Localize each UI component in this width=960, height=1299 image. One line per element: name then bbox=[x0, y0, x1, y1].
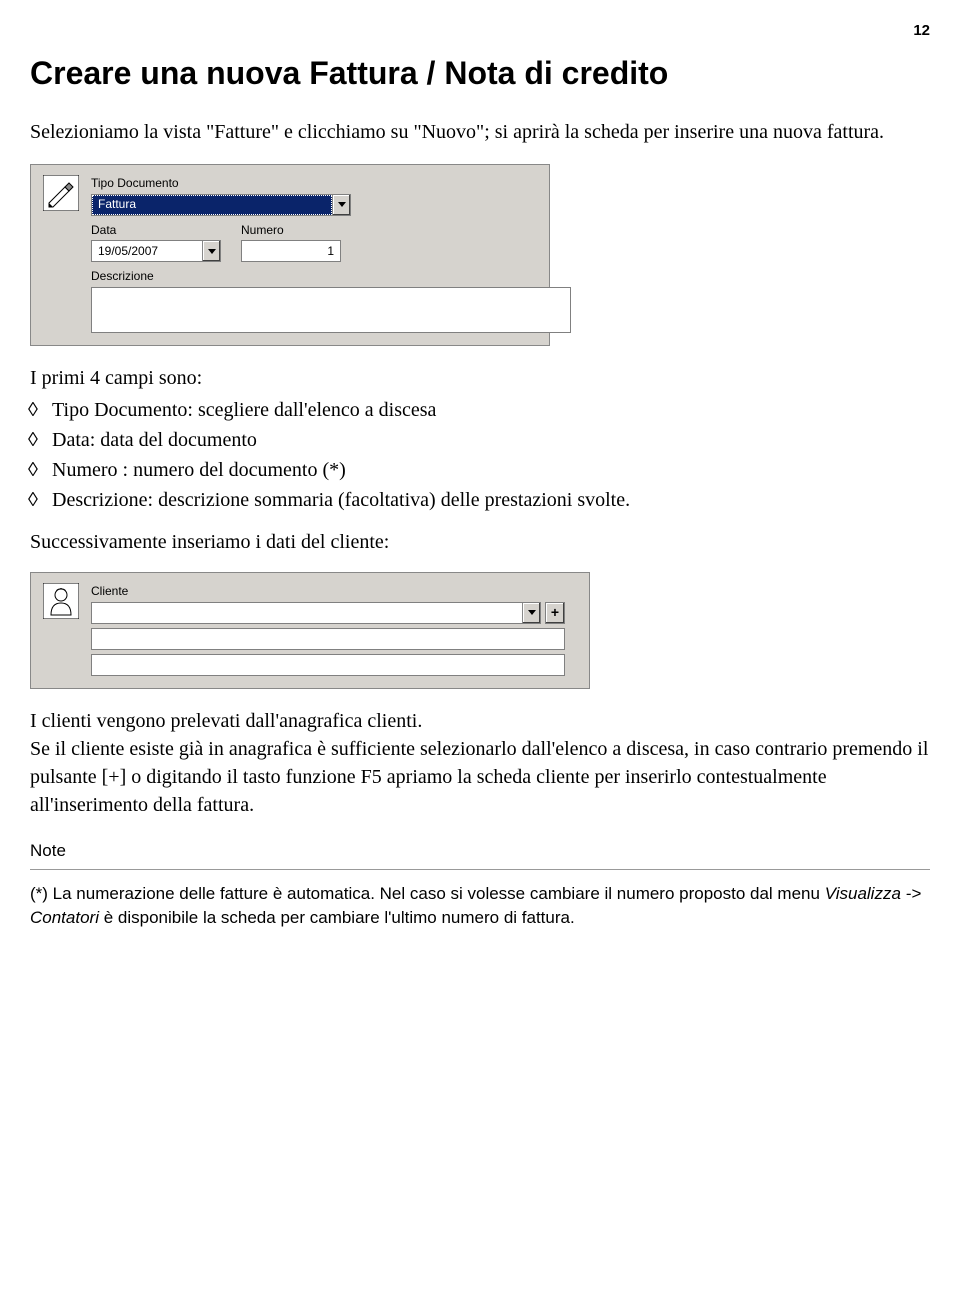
tipo-documento-select[interactable]: Fattura bbox=[91, 194, 351, 216]
page-heading: Creare una nuova Fattura / Nota di credi… bbox=[30, 51, 930, 96]
paragraph-cliente-instructions: Se il cliente esiste già in anagrafica è… bbox=[30, 735, 930, 819]
bullet-item: Descrizione: descrizione sommaria (facol… bbox=[52, 486, 930, 514]
bullet-item: Data: data del documento bbox=[52, 426, 930, 454]
note-text: (*) La numerazione delle fatture è autom… bbox=[30, 882, 930, 931]
note-text-part2: è disponibile la scheda per cambiare l'u… bbox=[99, 908, 575, 927]
cliente-label: Cliente bbox=[91, 583, 577, 600]
note-heading: Note bbox=[30, 839, 930, 863]
numero-input[interactable]: 1 bbox=[241, 240, 341, 262]
pencil-icon bbox=[43, 175, 79, 211]
client-icon bbox=[43, 583, 79, 619]
tipo-documento-label: Tipo Documento bbox=[91, 175, 571, 192]
dropdown-icon[interactable] bbox=[332, 195, 350, 215]
cliente-panel: Cliente + bbox=[30, 572, 590, 689]
bullet-item: Numero : numero del documento (*) bbox=[52, 456, 930, 484]
note-text-part1: (*) La numerazione delle fatture è autom… bbox=[30, 884, 825, 903]
divider bbox=[30, 869, 930, 870]
tipo-documento-value: Fattura bbox=[92, 195, 332, 215]
fields-intro: I primi 4 campi sono: bbox=[30, 364, 930, 392]
intro-paragraph: Selezioniamo la vista "Fatture" e clicch… bbox=[30, 118, 930, 146]
page-number: 12 bbox=[30, 20, 930, 41]
dropdown-icon[interactable] bbox=[522, 603, 540, 623]
cliente-value bbox=[92, 603, 522, 623]
document-header-panel: Tipo Documento Fattura Data 19/05/2007 N… bbox=[30, 164, 550, 346]
add-cliente-button[interactable]: + bbox=[545, 602, 565, 624]
bullet-item: Tipo Documento: scegliere dall'elenco a … bbox=[52, 396, 930, 424]
descrizione-label: Descrizione bbox=[91, 268, 571, 285]
cliente-address-line1[interactable] bbox=[91, 628, 565, 650]
paragraph-clienti-intro: Successivamente inseriamo i dati del cli… bbox=[30, 528, 930, 556]
data-label: Data bbox=[91, 222, 221, 239]
cliente-address-line2[interactable] bbox=[91, 654, 565, 676]
descrizione-input[interactable] bbox=[91, 287, 571, 333]
numero-label: Numero bbox=[241, 222, 341, 239]
paragraph-anagrafica: I clienti vengono prelevati dall'anagraf… bbox=[30, 707, 930, 735]
field-bullet-list: Tipo Documento: scegliere dall'elenco a … bbox=[52, 396, 930, 514]
data-value: 19/05/2007 bbox=[92, 241, 202, 261]
data-input[interactable]: 19/05/2007 bbox=[91, 240, 221, 262]
cliente-select[interactable] bbox=[91, 602, 541, 624]
dropdown-icon[interactable] bbox=[202, 241, 220, 261]
